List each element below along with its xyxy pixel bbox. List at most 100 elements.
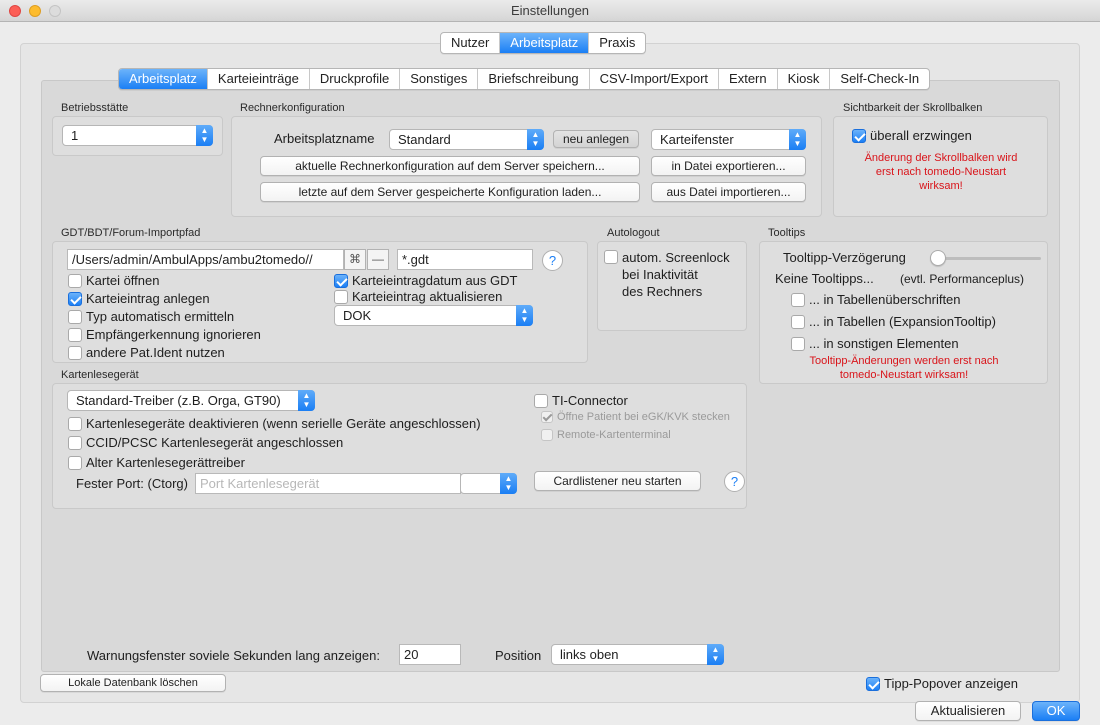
tab-nutzer[interactable]: Nutzer [441,33,501,53]
force-scrollbars-label: überall erzwingen [870,128,972,143]
tooltips-note: Tooltipp-Änderungen werden erst nach tom… [760,354,1048,382]
subtab-self-check-in[interactable]: Self-Check-In [830,69,929,89]
gdt-type-value: DOK [343,308,372,323]
force-scrollbars-checkbox[interactable]: überall erzwingen [852,128,972,143]
open-patient-label: Öffne Patient bei eGK/KVK stecken [557,411,730,423]
cardlistener-restart-button[interactable]: Cardlistener neu starten [534,471,701,491]
checkbox-icon [68,309,82,324]
subtab-druckprofile[interactable]: Druckprofile [310,69,401,89]
card-driver-select[interactable]: Standard-Treiber (z.B. Orga, GT90) ▲ ▼ [67,390,315,411]
scroll-note-line2: erst nach tomedo-Neustart [875,166,1007,178]
gdt-path-input[interactable]: /Users/admin/AmbulApps/ambu2tomedo// [67,249,344,270]
tooltip-tableheaders-checkbox[interactable]: ... in Tabellenüberschriften [791,292,961,307]
card-deactivate-label: Kartenlesegeräte deaktivieren (wenn seri… [86,416,481,431]
subtab-kiosk[interactable]: Kiosk [778,69,831,89]
checkbox-icon [68,327,82,342]
subtab-briefschreibung[interactable]: Briefschreibung [478,69,590,89]
karteieintrag-aktualisieren-label: Karteieintrag aktualisieren [352,289,503,304]
zoom-window-button[interactable] [49,5,61,17]
tab-arbeitsplatz[interactable]: Arbeitsplatz [500,33,590,53]
gdt-pattern-input[interactable]: *.gdt [397,249,533,270]
export-file-button[interactable]: in Datei exportieren... [651,156,806,176]
subtab-karteieintraege[interactable]: Karteieinträge [208,69,310,89]
checkbox-checked-icon [852,128,866,143]
subtab-csv-import-export[interactable]: CSV-Import/Export [590,69,720,89]
ti-connector-checkbox[interactable]: TI-Connector [534,393,628,408]
arbeitsplatzname-select[interactable]: Standard ▲ ▼ [389,129,544,150]
remote-terminal-label: Remote-Kartenterminal [557,429,671,441]
chevron-updown-icon: ▲ ▼ [527,129,544,150]
autologout-label: Autologout [607,227,660,239]
remote-terminal-checkbox[interactable]: Remote-Kartenterminal [541,429,671,441]
tooltip-other-checkbox[interactable]: ... in sonstigen Elementen [791,336,959,351]
scroll-note-line3: wirksam! [919,180,963,192]
warning-seconds-input[interactable]: 20 [399,644,461,665]
betriebsstaette-select[interactable]: 1 ▲ ▼ [62,125,213,146]
tooltip-delay-label: Tooltipp-Verzögerung [783,250,906,265]
card-help-icon[interactable]: ? [724,471,745,492]
kartei-oeffnen-checkbox[interactable]: Kartei öffnen [68,273,159,288]
tab-praxis[interactable]: Praxis [589,33,645,53]
kartei-oeffnen-label: Kartei öffnen [86,273,160,288]
load-config-server-button[interactable]: letzte auf dem Server gespeicherte Konfi… [260,182,640,202]
minimize-window-button[interactable] [29,5,41,17]
subtab-extern[interactable]: Extern [719,69,778,89]
rechner-label: Rechnerkonfiguration [240,102,345,114]
port-select[interactable]: ▲ ▼ [460,473,517,494]
typ-automatisch-checkbox[interactable]: Typ automatisch ermitteln [68,309,234,324]
checkbox-checked-icon [68,291,82,306]
betriebsstaette-value: 1 [71,128,79,143]
port-input[interactable]: Port Kartenlesegerät [195,473,461,494]
gdt-label: GDT/BDT/Forum-Importpfad [61,227,201,239]
andere-pat-ident-label: andere Pat.Ident nutzen [86,345,225,360]
subtab-sonstiges[interactable]: Sonstiges [400,69,479,89]
delete-local-db-button[interactable]: Lokale Datenbank löschen [40,674,226,692]
import-file-button[interactable]: aus Datei importieren... [651,182,806,202]
position-select[interactable]: links oben ▲ ▼ [551,644,724,665]
checkbox-icon [334,289,348,304]
karteifenster-select[interactable]: Karteifenster ▲ ▼ [651,129,806,150]
finder-icon[interactable]: ⌘ [344,249,366,270]
update-button[interactable]: Aktualisieren [915,701,1021,721]
fixed-port-label: Fester Port: (Ctorg) [76,476,188,491]
karteieintragdatum-checkbox[interactable]: Karteieintragdatum aus GDT [334,273,517,288]
old-driver-checkbox[interactable]: Alter Kartenlesegerättreiber [68,455,245,470]
tooltip-tableheaders-label: ... in Tabellenüberschriften [809,292,961,307]
scroll-note: Änderung der Skrollbalken wird erst nach… [834,151,1048,193]
tooltip-other-label: ... in sonstigen Elementen [809,336,959,351]
tooltip-delay-slider-track[interactable] [934,257,1041,260]
tooltip-tables-checkbox[interactable]: ... in Tabellen (ExpansionTooltip) [791,314,996,329]
old-driver-label: Alter Kartenlesegerättreiber [86,455,245,470]
neu-anlegen-button[interactable]: neu anlegen [553,130,639,148]
close-window-button[interactable] [9,5,21,17]
arbeitsplatzname-label: Arbeitsplatzname [274,131,375,146]
checkbox-icon [791,314,805,329]
betriebsstaette-label: Betriebsstätte [61,102,129,114]
karteieintrag-anlegen-label: Karteieintrag anlegen [86,291,210,306]
tipp-popover-checkbox[interactable]: Tipp-Popover anzeigen [866,676,1018,691]
karteieintrag-anlegen-checkbox[interactable]: Karteieintrag anlegen [68,291,210,306]
arbeitsplatzname-value: Standard [398,132,451,147]
tooltip-tables-label: ... in Tabellen (ExpansionTooltip) [809,314,996,329]
checkbox-icon [68,455,82,470]
gdt-help-icon[interactable]: ? [542,250,563,271]
scroll-label: Sichtbarkeit der Skrollbalken [843,102,983,114]
card-deactivate-checkbox[interactable]: Kartenlesegeräte deaktivieren (wenn seri… [68,416,481,431]
warning-seconds-label: Warnungsfenster soviele Sekunden lang an… [87,648,380,663]
chevron-updown-icon: ▲ ▼ [707,644,724,665]
empfaengerkennung-checkbox[interactable]: Empfängerkennung ignorieren [68,327,261,342]
gdt-type-select[interactable]: DOK ▲ ▼ [334,305,533,326]
remove-path-button[interactable]: — [367,249,389,270]
ccid-pcsc-checkbox[interactable]: CCID/PCSC Kartenlesegerät angeschlossen [68,435,343,450]
open-patient-checkbox[interactable]: Öffne Patient bei eGK/KVK stecken [541,411,730,423]
tooltips-note-line2: tomedo-Neustart wirksam! [839,369,969,381]
checkbox-icon [534,393,548,408]
screenlock-checkbox[interactable]: autom. Screenlock bei Inaktivität des Re… [604,249,730,300]
karteieintrag-aktualisieren-checkbox[interactable]: Karteieintrag aktualisieren [334,289,502,304]
subtab-arbeitsplatz[interactable]: Arbeitsplatz [119,69,208,89]
ok-button[interactable]: OK [1032,701,1080,721]
karteieintragdatum-label: Karteieintragdatum aus GDT [352,273,518,288]
tooltip-delay-slider-knob[interactable] [930,250,946,266]
save-config-server-button[interactable]: aktuelle Rechnerkonfiguration auf dem Se… [260,156,640,176]
andere-pat-ident-checkbox[interactable]: andere Pat.Ident nutzen [68,345,225,360]
